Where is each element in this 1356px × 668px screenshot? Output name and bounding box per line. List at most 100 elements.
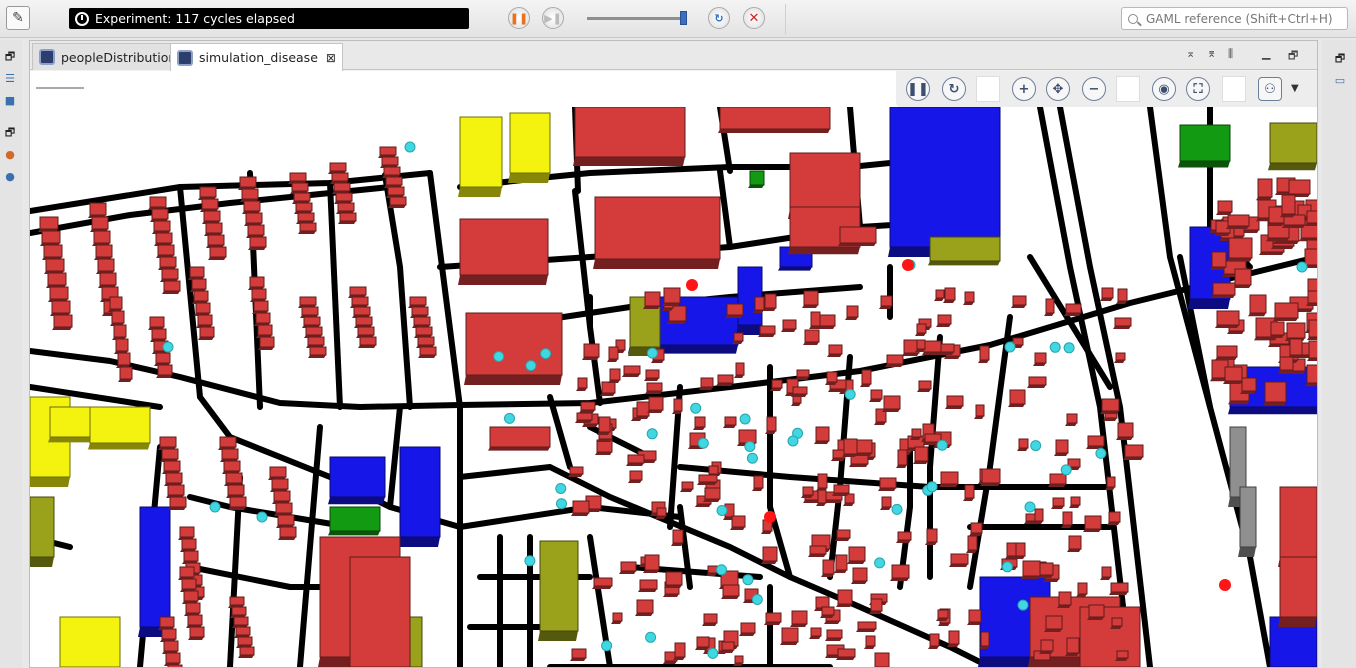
pause-button[interactable]: ❚❚ (508, 7, 530, 29)
building (638, 579, 658, 592)
person-agent (707, 647, 719, 659)
building (1061, 511, 1073, 528)
person-agent (844, 388, 856, 400)
building (1011, 295, 1027, 308)
parameters-icon[interactable]: ☰ (2, 72, 18, 86)
chevron-down-icon[interactable]: ▼ (1291, 83, 1299, 94)
split-icon[interactable]: ⫼ (1228, 47, 1233, 61)
building (703, 487, 721, 502)
person-agent (1095, 447, 1107, 459)
road (387, 404, 403, 510)
layers-button[interactable]: ⚇ (1258, 77, 1282, 101)
restore-icon[interactable]: 🗗 (2, 50, 18, 64)
person-agent (739, 413, 751, 425)
building (180, 578, 197, 592)
building (856, 621, 877, 632)
building (928, 236, 1001, 266)
building (1211, 282, 1236, 298)
building (42, 244, 63, 260)
building (827, 344, 843, 357)
map-display[interactable]: ❚❚ ↻ + ✥ − ◉ ⛶ ⚇ ▼ (30, 71, 1317, 667)
building (619, 561, 637, 574)
building (232, 616, 249, 628)
building (739, 622, 756, 636)
building (725, 303, 744, 318)
building (272, 490, 291, 504)
reload-button[interactable]: ↻ (708, 7, 730, 29)
building (162, 460, 181, 474)
zoom-out-button[interactable]: − (1082, 77, 1106, 101)
blank-slot (1116, 76, 1140, 102)
restore-icon[interactable]: 🗗 (1332, 52, 1348, 66)
building (1210, 251, 1227, 270)
person-agent (555, 483, 567, 494)
building (234, 626, 251, 638)
snapshot-button[interactable]: ◉ (1152, 77, 1176, 101)
agents-icon[interactable]: ● (2, 148, 18, 162)
building (869, 389, 883, 402)
sync-button[interactable]: ↻ (942, 77, 966, 101)
right-trim-stack: 🗗 ▭ (1322, 40, 1356, 668)
building (673, 642, 686, 660)
building (330, 172, 349, 184)
building (238, 176, 257, 190)
pause-display-button[interactable]: ❚❚ (906, 77, 930, 101)
person-agent (601, 640, 613, 652)
close-tab-icon[interactable]: ⊠ (326, 51, 336, 65)
display-icon (177, 49, 193, 66)
road (717, 168, 733, 250)
building (276, 514, 295, 528)
building (845, 305, 859, 320)
building (943, 287, 956, 303)
building (1278, 486, 1317, 567)
speed-slider-track[interactable] (587, 17, 687, 20)
person-agent (874, 557, 886, 569)
zoom-in-button[interactable]: + (1012, 77, 1036, 101)
building (246, 224, 265, 238)
search-placeholder: GAML reference (Shift+Ctrl+H) (1146, 11, 1333, 26)
toggle-toolbar-icon[interactable]: ⌅ (1186, 47, 1195, 60)
fullscreen-button[interactable]: ⛶ (1186, 77, 1210, 101)
folder-icon[interactable]: ■ (2, 94, 18, 108)
gaml-reference-search[interactable]: GAML reference (Shift+Ctrl+H) (1121, 7, 1348, 30)
building (412, 316, 431, 328)
building (154, 232, 173, 246)
city-map[interactable] (30, 107, 1317, 667)
building (1083, 515, 1102, 532)
speed-slider-thumb[interactable] (680, 11, 687, 25)
console-icon[interactable]: ● (2, 170, 18, 184)
building (114, 338, 129, 354)
building (720, 641, 735, 653)
close-experiment-button[interactable]: ✕ (743, 7, 765, 29)
building (967, 609, 982, 625)
building (236, 636, 253, 648)
left-trim-stack: 🗗 ☰ ■ 🗗 ● ● (0, 40, 22, 668)
building (607, 346, 619, 362)
building (220, 448, 239, 462)
building (1086, 435, 1105, 449)
building (915, 339, 926, 352)
building (240, 188, 259, 202)
restore-icon[interactable]: 🗗 (2, 126, 18, 140)
step-button[interactable]: ▶❚ (542, 7, 564, 29)
maximize-icon[interactable]: 🗗 (1288, 47, 1298, 66)
building (765, 416, 777, 434)
building (160, 448, 179, 462)
monitor-icon[interactable]: ▭ (1332, 74, 1348, 88)
tab-simulation-disease[interactable]: simulation_disease ⊠ (170, 43, 343, 71)
building (162, 280, 181, 294)
building (803, 329, 820, 345)
minimize-icon[interactable]: ▁ (1262, 47, 1270, 60)
building (816, 489, 827, 506)
road (327, 180, 343, 410)
building (1248, 294, 1267, 317)
zoom-fit-button[interactable]: ✥ (1046, 77, 1070, 101)
toggle-overlay-icon[interactable]: ⌆ (1207, 47, 1216, 60)
edit-icon[interactable]: ✎ (6, 6, 30, 30)
building (382, 166, 401, 178)
building (158, 436, 177, 450)
tab-people-distribution[interactable]: peopleDistribution (32, 43, 184, 70)
building (809, 627, 822, 639)
building (1287, 179, 1311, 197)
person-agent (1001, 561, 1013, 573)
